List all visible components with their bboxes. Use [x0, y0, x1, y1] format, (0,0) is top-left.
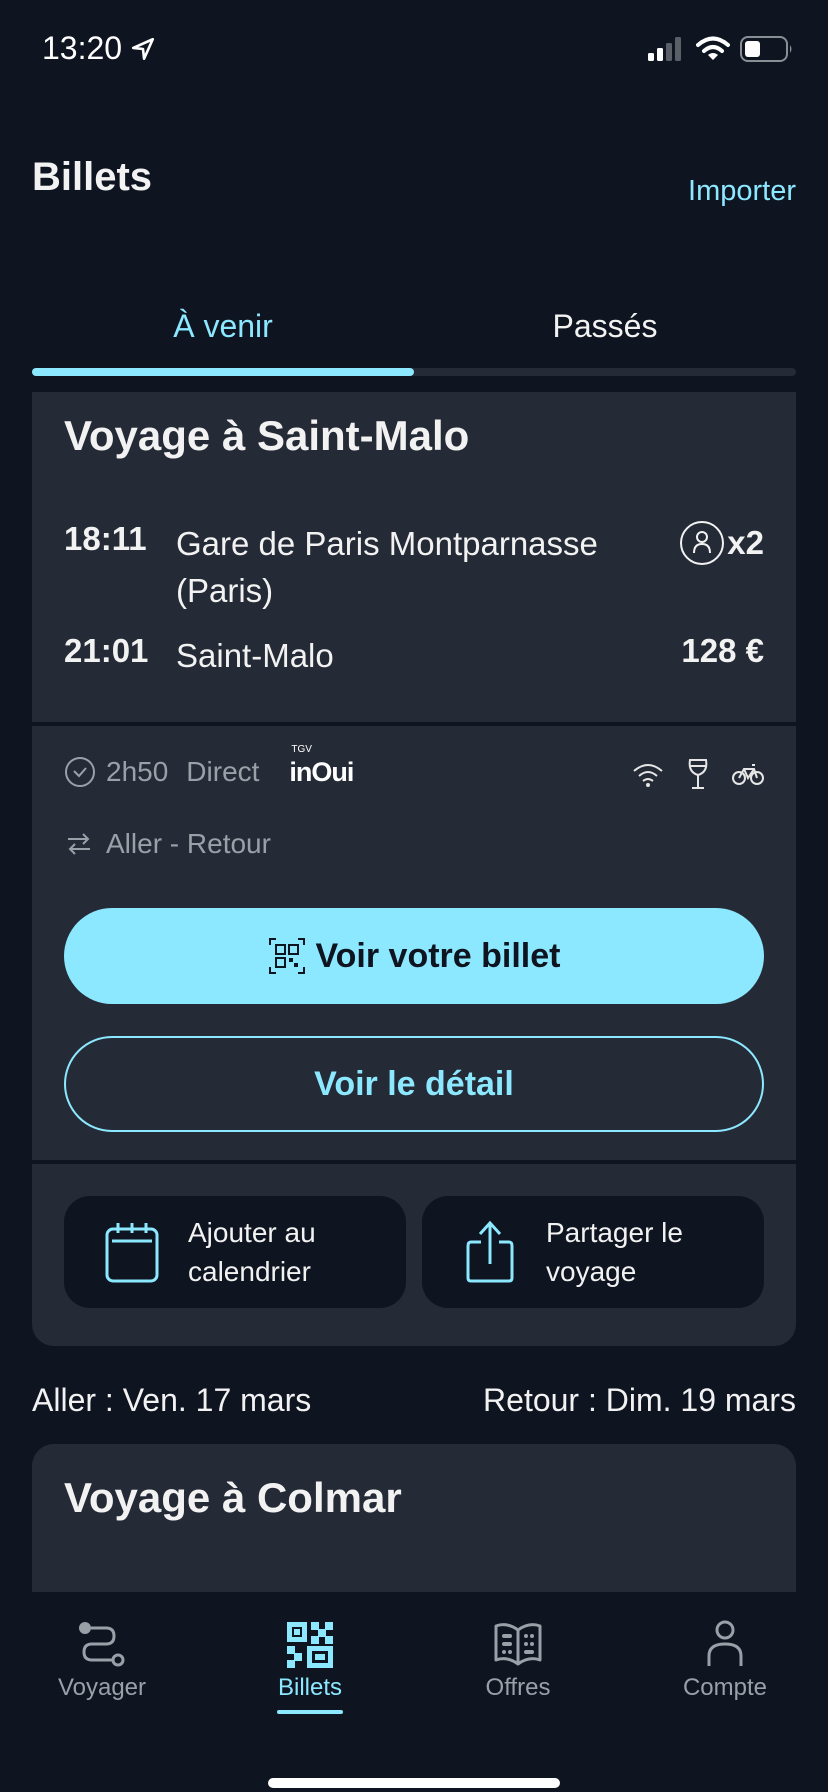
status-bar: 13:20 [0, 0, 828, 100]
trip-type-row: Aller - Retour [64, 828, 764, 860]
share-trip-label: Partager le voyage [546, 1217, 683, 1287]
tabbar-label: Billets [277, 1674, 343, 1701]
share-icon [460, 1220, 520, 1284]
tabbar-label: Compte [682, 1674, 768, 1701]
train-brand-top: TGV [291, 744, 312, 755]
tabbar-item-offres[interactable]: Offres [438, 1616, 598, 1702]
clock-icon [64, 756, 96, 788]
bicycle-icon [732, 764, 764, 785]
wifi-icon [696, 36, 730, 60]
trip-card-summary[interactable]: Voyage à Saint-Malo 18:11 Gare de Paris … [32, 392, 796, 722]
tab-upcoming[interactable]: À venir [32, 308, 414, 345]
add-to-calendar-label: Ajouter au calendrier [188, 1217, 316, 1287]
wifi-icon [633, 764, 663, 787]
connection-text: Direct [186, 756, 260, 787]
return-date: Retour : Dim. 19 mars [483, 1382, 796, 1418]
page-title: Billets [32, 155, 153, 199]
view-details-button[interactable]: Voir le détail [64, 1036, 764, 1132]
passenger-count: x2 [679, 520, 764, 566]
open-book-icon [438, 1616, 598, 1668]
calendar-icon [102, 1221, 162, 1283]
tabbar-label: Offres [485, 1674, 551, 1701]
tabbar-item-compte[interactable]: Compte [645, 1616, 805, 1702]
trip-card-actions: Ajouter au calendrier Partager le voyage [32, 1164, 796, 1346]
battery-icon [740, 36, 792, 62]
tab-indicator [32, 368, 414, 376]
tab-past[interactable]: Passés [414, 308, 796, 345]
person-icon [645, 1616, 805, 1668]
departure-time: 18:11 [64, 520, 147, 557]
tabbar-item-billets[interactable]: Billets [230, 1616, 390, 1714]
trip-list[interactable]: Voyage à Saint-Malo 18:11 Gare de Paris … [0, 392, 828, 1592]
home-indicator[interactable] [268, 1778, 560, 1788]
passenger-icon [680, 521, 725, 565]
trip-price: 128 € [681, 632, 764, 669]
trip-card-summary[interactable]: Voyage à Colmar [32, 1444, 796, 1592]
train-brand-main: inOui [289, 757, 354, 787]
amenities [632, 758, 764, 790]
location-arrow-icon [132, 37, 155, 60]
arrival-time: 21:01 [64, 632, 149, 669]
passenger-count-text: x2 [727, 524, 764, 561]
tabbar-item-voyager[interactable]: Voyager [22, 1616, 182, 1702]
clock-text: 13:20 [42, 30, 123, 66]
qr-code-icon [230, 1616, 390, 1668]
status-icons [648, 36, 794, 62]
view-ticket-button[interactable]: Voir votre billet [64, 908, 764, 1004]
tab-track [32, 368, 796, 376]
segmented-tabs: À venir Passés [32, 300, 796, 380]
share-trip-button[interactable]: Partager le voyage [422, 1196, 764, 1308]
header: Billets Importer [32, 155, 796, 215]
train-brand-logo: TGV inOui [289, 744, 354, 788]
round-trip-arrows-icon [64, 829, 94, 859]
qr-code-icon [268, 938, 305, 974]
route-icon [22, 1616, 182, 1668]
duration-text: 2h50 [106, 756, 169, 787]
trip-card-details: 2h50 Direct TGV inOui Aller - Retour Voi… [32, 726, 796, 1160]
status-time: 13:20 [42, 30, 156, 67]
bottom-tab-bar: Voyager Billets Offres Compte [0, 1592, 828, 1792]
tabbar-label: Voyager [57, 1674, 147, 1701]
add-to-calendar-button[interactable]: Ajouter au calendrier [64, 1196, 406, 1308]
bar-wine-icon [688, 759, 708, 789]
trip-title: Voyage à Colmar [64, 1474, 402, 1521]
view-ticket-label: Voir votre billet [315, 936, 561, 975]
active-tab-indicator [277, 1710, 343, 1714]
departure-station: Gare de Paris Montparnasse (Paris) [176, 525, 598, 609]
outbound-date: Aller : Ven. 17 mars [32, 1382, 312, 1418]
cellular-signal-icon [648, 37, 681, 61]
trip-type-text: Aller - Retour [106, 828, 271, 859]
arrival-station: Saint-Malo [176, 637, 334, 674]
trip-title: Voyage à Saint-Malo [64, 412, 470, 459]
import-button[interactable]: Importer [688, 175, 796, 208]
